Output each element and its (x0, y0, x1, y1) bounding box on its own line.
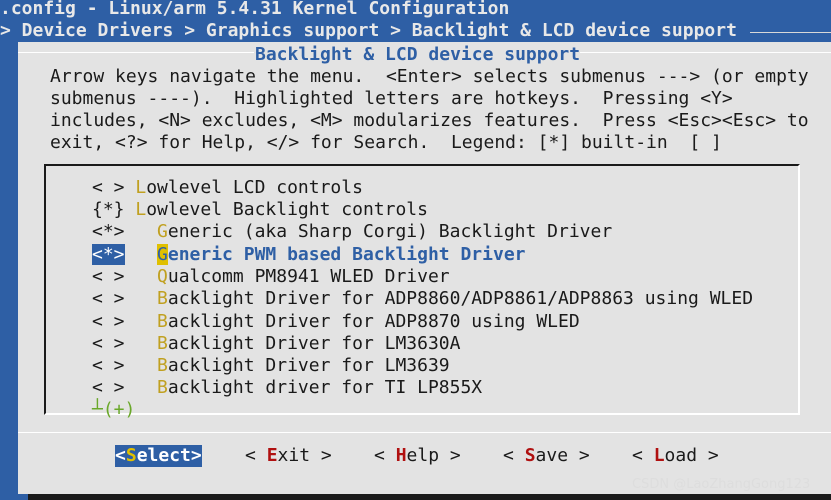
menu-item-label: owlevel LCD controls (146, 177, 363, 198)
menu-item-adp8870-backlight[interactable]: < > Backlight Driver for ADP8870 using W… (92, 311, 580, 333)
menu-item-hotkey: G (157, 244, 168, 265)
menu-item-lowlevel-lcd-controls[interactable]: < > Lowlevel LCD controls (92, 177, 363, 199)
button-hotkey: S (125, 445, 137, 466)
menu-item-lp855x-backlight[interactable]: < > Backlight driver for TI LP855X (92, 377, 482, 399)
menu-item-hotkey: Q (157, 266, 168, 287)
menu-item-label: acklight Driver for LM3639 (167, 355, 450, 376)
menu-item-tag: {*} (92, 199, 136, 220)
scroll-more-indicator[interactable]: ┴(+) (92, 399, 135, 421)
menu-item-tag: < > (92, 311, 158, 332)
menu-item-lowlevel-backlight-controls[interactable]: {*} Lowlevel Backlight controls (92, 199, 428, 221)
dialog-title: Backlight & LCD device support (255, 44, 581, 67)
menu-item-hotkey: B (157, 288, 168, 309)
menu-item-label: acklight Driver for LM3630A (167, 333, 461, 354)
help-text-line: submenus ----). Highlighted letters are … (50, 88, 733, 109)
save-button[interactable]: < Save > (503, 445, 590, 467)
menu-item-tag: < > (92, 177, 136, 198)
menu-item-hotkey: B (157, 355, 168, 376)
menu-item-label: eneric (aka Sharp Corgi) Backlight Drive… (167, 221, 613, 242)
button-label: elect> (136, 445, 202, 466)
button-hotkey: L (653, 445, 665, 466)
watermark: CSDN @LaoZhangGong123 (632, 477, 811, 492)
dialog-border (18, 52, 254, 53)
menu-item-label: eneric PWM based Backlight Driver (167, 244, 526, 265)
menu-item-qualcomm-pm8941-wled[interactable]: < > Qualcomm PM8941 WLED Driver (92, 266, 450, 288)
menu-item-gap (125, 244, 158, 265)
button-bracket: < (503, 445, 525, 466)
button-label: ave > (535, 445, 590, 466)
help-text-line: exit, <?> for Help, </> for Search. Lege… (50, 132, 722, 153)
menu-item-generic-corgi-backlight[interactable]: <*> Generic (aka Sharp Corgi) Backlight … (92, 221, 612, 243)
button-bracket: < (115, 445, 126, 466)
menu-item-adp8860-backlight[interactable]: < > Backlight Driver for ADP8860/ADP8861… (92, 288, 753, 310)
help-text-line: Arrow keys navigate the menu. <Enter> se… (50, 66, 809, 87)
button-bracket: < (632, 445, 654, 466)
menu-item-hotkey: B (157, 311, 168, 332)
window-title: .config - Linux/arm 5.4.31 Kernel Config… (0, 0, 510, 19)
breadcrumb-rule (750, 32, 831, 33)
load-button[interactable]: < Load > (632, 445, 719, 467)
button-hotkey: H (395, 445, 407, 466)
menu-item-tag: < > (92, 333, 158, 354)
breadcrumb: > Device Drivers > Graphics support > Ba… (0, 20, 737, 41)
menu-item-tag: < > (92, 355, 158, 376)
menu-item-hotkey: L (135, 199, 147, 220)
menu-item-hotkey: B (157, 333, 168, 354)
menu-item-lm3630a-backlight[interactable]: < > Backlight Driver for LM3630A (92, 333, 460, 355)
menu-item-label: acklight Driver for ADP8860/ADP8861/ADP8… (167, 288, 754, 309)
menu-item-tag: < > (92, 266, 158, 287)
button-bracket: < (374, 445, 396, 466)
button-bracket: < (245, 445, 267, 466)
select-button[interactable]: <Select> (115, 445, 202, 467)
button-label: elp > (406, 445, 461, 466)
menu-item-hotkey: L (135, 177, 147, 198)
menu-item-generic-pwm-backlight[interactable]: <*> Generic PWM based Backlight Driver (92, 244, 526, 266)
menu-item-tag: <*> (92, 221, 158, 242)
menu-item-label: ualcomm PM8941 WLED Driver (167, 266, 450, 287)
menu-item-tag: < > (92, 377, 158, 398)
menu-item-lm3639-backlight[interactable]: < > Backlight Driver for LM3639 (92, 355, 450, 377)
button-hotkey: E (266, 445, 278, 466)
menu-item-tag: < > (92, 288, 158, 309)
button-hotkey: S (524, 445, 536, 466)
menu-item-tag: <*> (92, 244, 125, 265)
exit-button[interactable]: < Exit > (245, 445, 332, 467)
menu-item-label: acklight Driver for ADP8870 using WLED (167, 311, 580, 332)
menu-item-label: owlevel Backlight controls (146, 199, 428, 220)
help-button[interactable]: < Help > (374, 445, 461, 467)
button-bar-divider (18, 432, 831, 433)
menu-item-label: acklight driver for TI LP855X (167, 377, 483, 398)
button-label: xit > (277, 445, 332, 466)
button-label: oad > (664, 445, 719, 466)
menu-item-hotkey: G (157, 221, 168, 242)
dialog-border (580, 52, 831, 53)
help-text-line: includes, <N> excludes, <M> modularizes … (50, 110, 809, 131)
menu-item-hotkey: B (157, 377, 168, 398)
